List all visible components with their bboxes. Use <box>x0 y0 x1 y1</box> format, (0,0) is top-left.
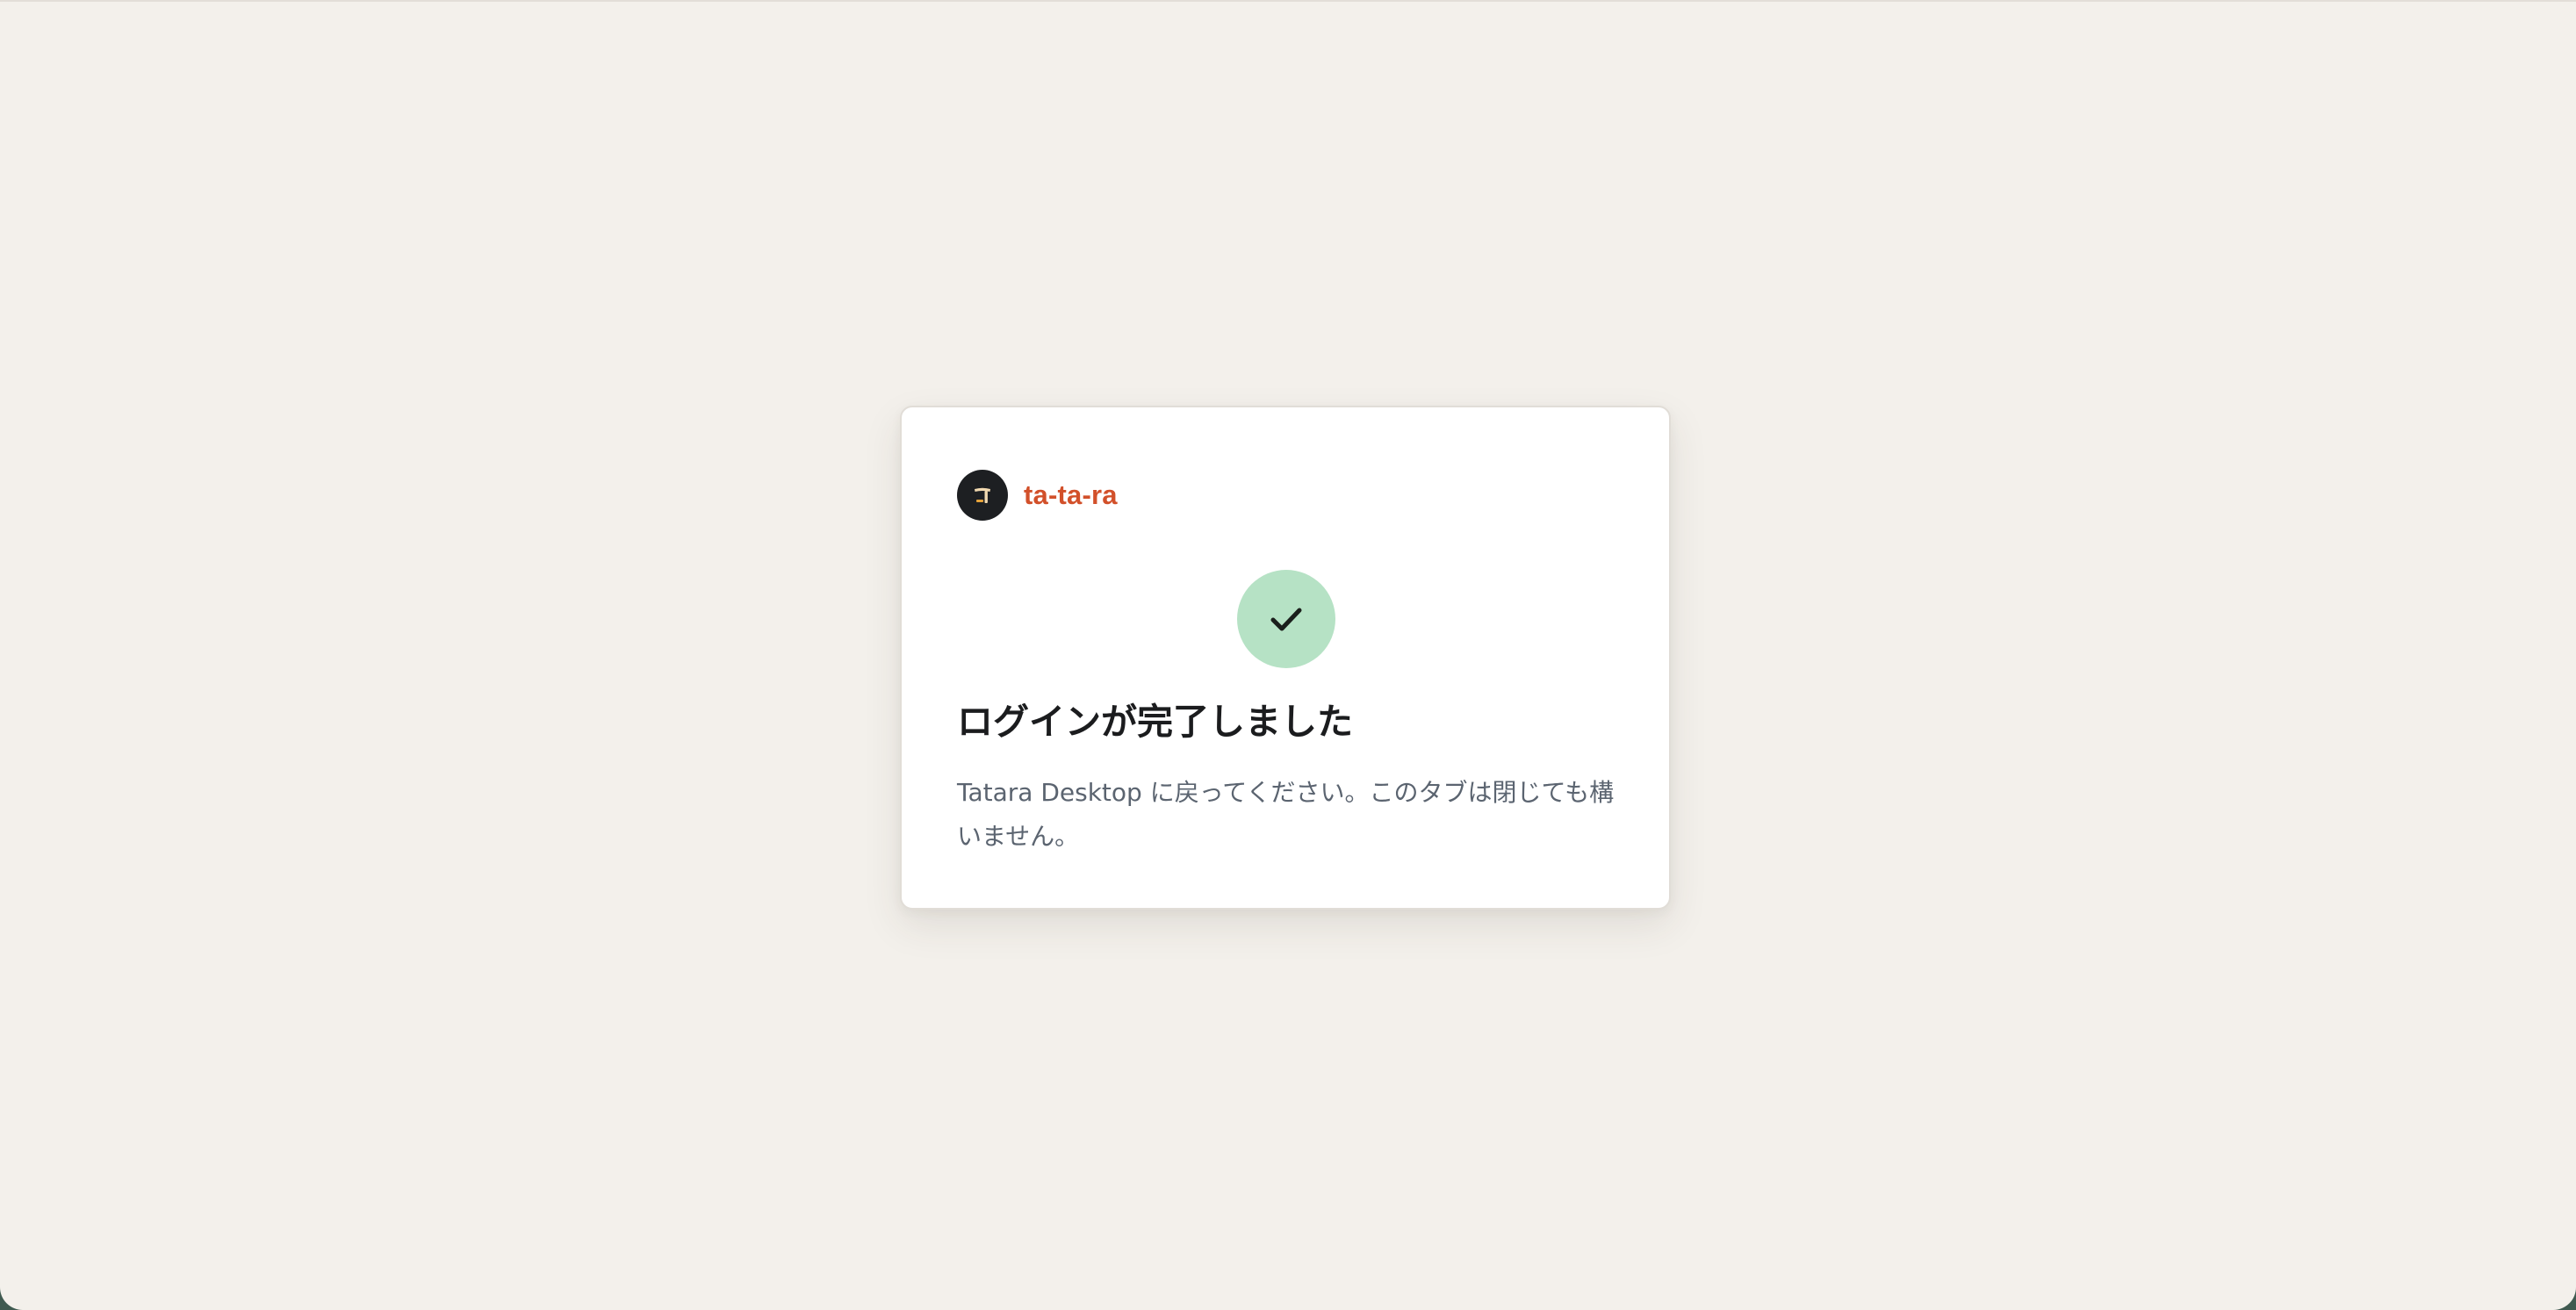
success-title: ログインが完了しました <box>957 701 1353 743</box>
success-badge <box>1237 570 1335 668</box>
brand-header: ta-ta-ra <box>957 470 1118 521</box>
login-success-card: ta-ta-ra ログインが完了しました Tatara Desktop に戻って… <box>900 406 1671 910</box>
success-message: Tatara Desktop に戻ってください。このタブは閉じても構いません。 <box>957 778 1615 851</box>
torii-logo-icon <box>957 470 1008 521</box>
browser-page: ta-ta-ra ログインが完了しました Tatara Desktop に戻って… <box>0 0 2576 1310</box>
brand-name: ta-ta-ra <box>1024 479 1118 510</box>
check-icon <box>1270 608 1302 631</box>
